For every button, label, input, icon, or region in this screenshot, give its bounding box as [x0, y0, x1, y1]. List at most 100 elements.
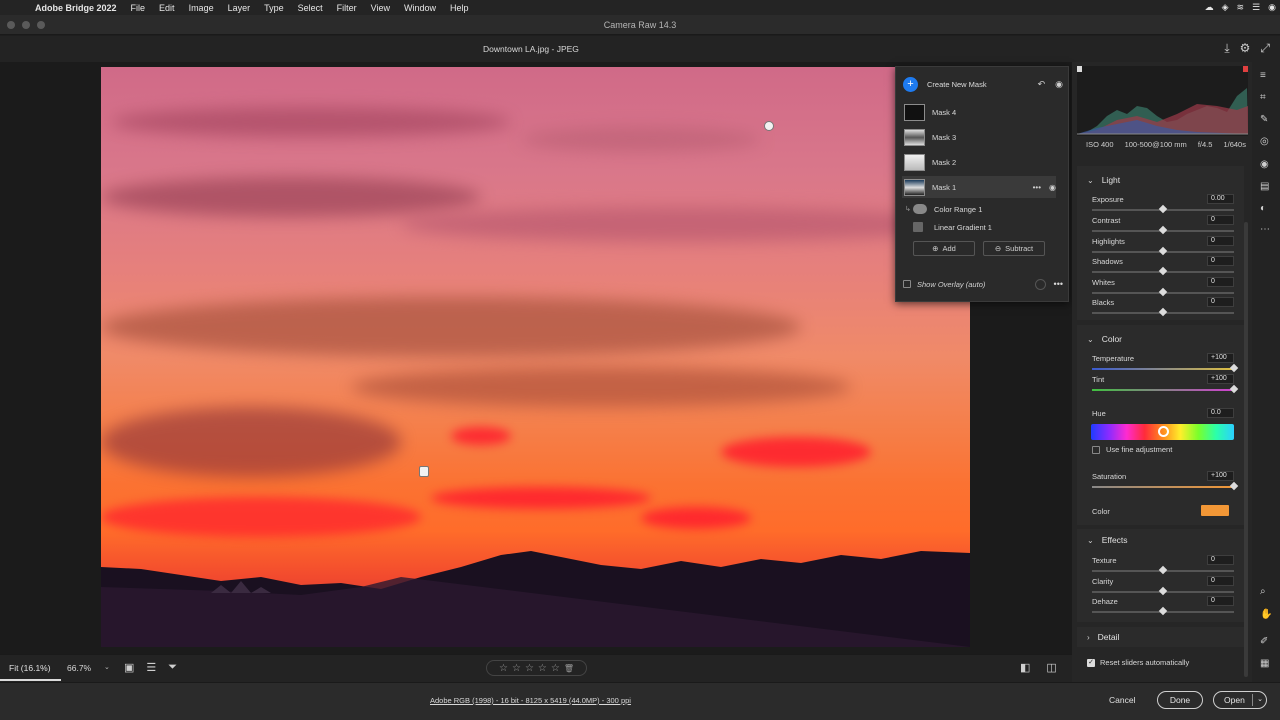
fine-adjustment-checkbox[interactable]: [1092, 445, 1100, 454]
highlights-slider[interactable]: Highlights 0: [1092, 236, 1234, 257]
component-row[interactable]: Linear Gradient 1: [905, 219, 1055, 235]
save-image-icon[interactable]: ⤓: [1224, 41, 1229, 56]
edit-sliders-icon[interactable]: ≡: [1260, 70, 1266, 81]
subtract-mask-button[interactable]: ⊖ Subtract: [983, 241, 1045, 256]
star-icon[interactable]: ☆: [525, 663, 534, 674]
show-overlay-checkbox[interactable]: [903, 280, 911, 288]
before-after-icon[interactable]: ◫: [1046, 661, 1056, 674]
undo-icon[interactable]: ↶: [1038, 79, 1046, 90]
eye-icon[interactable]: ◉: [1049, 183, 1056, 192]
shadows-slider[interactable]: Shadows 0: [1092, 256, 1234, 277]
mask-row-4[interactable]: Mask 4: [904, 101, 1054, 123]
contrast-slider[interactable]: Contrast 0: [1092, 215, 1234, 236]
fit-zoom-button[interactable]: Fit (16.1%): [0, 655, 61, 681]
menu-filter[interactable]: Filter: [337, 3, 357, 13]
workflow-options-link[interactable]: Adobe RGB (1998) - 16 bit - 8125 x 5419 …: [430, 696, 631, 705]
add-mask-button[interactable]: ⊕ Add: [913, 241, 975, 256]
filter-icon[interactable]: ⏷: [168, 661, 177, 674]
menu-select[interactable]: Select: [298, 3, 323, 13]
whites-slider[interactable]: Whites 0: [1092, 277, 1234, 298]
dehaze-value[interactable]: 0: [1207, 596, 1234, 606]
open-button[interactable]: Open ⌄: [1213, 691, 1267, 709]
create-new-mask-label[interactable]: Create New Mask: [927, 80, 1028, 89]
reset-sliders-option[interactable]: ✓ Reset sliders automatically: [1087, 658, 1189, 667]
more-options-icon[interactable]: •••: [1054, 279, 1063, 289]
wifi-icon[interactable]: ≋: [1237, 2, 1245, 13]
tint-slider[interactable]: Tint +100: [1092, 374, 1239, 395]
light-header[interactable]: ⌄ Light: [1087, 175, 1120, 185]
highlights-value[interactable]: 0: [1207, 236, 1234, 246]
menu-file[interactable]: File: [131, 3, 146, 13]
texture-slider[interactable]: Texture 0: [1092, 555, 1234, 576]
star-icon[interactable]: ☆: [551, 663, 560, 674]
exposure-slider[interactable]: Exposure 0.00: [1092, 194, 1234, 215]
color-sampler-icon[interactable]: ✐: [1260, 636, 1268, 647]
star-rating[interactable]: ☆ ☆ ☆ ☆ ☆ 🗑: [486, 660, 587, 676]
mask-row-2[interactable]: Mask 2: [904, 151, 1054, 173]
star-icon[interactable]: ☆: [512, 663, 521, 674]
menu-help[interactable]: Help: [450, 3, 469, 13]
exposure-value[interactable]: 0.00: [1207, 194, 1234, 204]
done-button[interactable]: Done: [1157, 691, 1203, 709]
menu-edit[interactable]: Edit: [159, 3, 175, 13]
tint-value[interactable]: +100: [1207, 374, 1234, 384]
texture-value[interactable]: 0: [1207, 555, 1234, 565]
panel-scrollbar[interactable]: [1244, 222, 1248, 677]
saturation-value[interactable]: +100: [1207, 471, 1234, 481]
star-icon[interactable]: ☆: [538, 663, 547, 674]
red-eye-icon[interactable]: ◉: [1260, 159, 1269, 170]
temperature-value[interactable]: +100: [1207, 353, 1234, 363]
sort-icon[interactable]: ☰: [146, 661, 156, 674]
gear-icon[interactable]: ⚙: [1240, 41, 1251, 56]
menu-view[interactable]: View: [371, 3, 390, 13]
healing-icon[interactable]: ✎: [1260, 114, 1268, 125]
blacks-slider[interactable]: Blacks 0: [1092, 297, 1234, 318]
hue-knob[interactable]: [1157, 426, 1169, 437]
sunset-photo[interactable]: [101, 67, 970, 647]
app-name-menu[interactable]: Adobe Bridge 2022: [35, 3, 117, 13]
grid-icon[interactable]: ▦: [1260, 658, 1269, 669]
color-range-pin[interactable]: [419, 466, 429, 477]
detail-header[interactable]: › Detail: [1087, 632, 1119, 642]
clarity-slider[interactable]: Clarity 0: [1092, 576, 1234, 597]
more-options-icon[interactable]: •••: [1033, 183, 1041, 192]
shadows-value[interactable]: 0: [1207, 256, 1234, 266]
snapshots-icon[interactable]: ▤: [1260, 181, 1269, 192]
fine-adjustment-option[interactable]: Use fine adjustment: [1092, 445, 1172, 454]
histogram[interactable]: [1077, 66, 1248, 136]
mask-row-1[interactable]: Mask 1 ••• ◉: [902, 176, 1056, 198]
saturation-slider[interactable]: Saturation +100: [1092, 471, 1239, 492]
hand-icon[interactable]: ✋: [1260, 609, 1272, 620]
clarity-value[interactable]: 0: [1207, 576, 1234, 586]
trash-icon[interactable]: 🗑: [564, 664, 574, 673]
mask-row-3[interactable]: Mask 3: [904, 126, 1054, 148]
create-new-mask-button[interactable]: +: [903, 76, 918, 92]
contrast-value[interactable]: 0: [1207, 215, 1234, 225]
user-icon[interactable]: ◉: [1268, 2, 1276, 13]
chevron-down-icon[interactable]: ⌄: [1257, 692, 1263, 708]
eye-icon[interactable]: ◉: [1055, 79, 1063, 90]
overlay-color-swatch[interactable]: [1034, 278, 1046, 290]
chevron-down-icon[interactable]: ⌄: [104, 663, 110, 671]
component-row[interactable]: ↳ Color Range 1: [905, 201, 1055, 217]
presets-icon[interactable]: ◐: [1260, 203, 1266, 214]
menu-layer[interactable]: Layer: [228, 3, 251, 13]
menu-type[interactable]: Type: [264, 3, 284, 13]
menu-image[interactable]: Image: [189, 3, 214, 13]
effects-header[interactable]: ⌄ Effects: [1087, 535, 1128, 545]
color-swatch[interactable]: [1201, 505, 1229, 516]
zoom-level[interactable]: 66.7%: [67, 663, 91, 673]
hue-value[interactable]: 0.0: [1207, 408, 1234, 418]
dehaze-slider[interactable]: Dehaze 0: [1092, 596, 1234, 617]
dropbox-icon[interactable]: ◈: [1222, 2, 1229, 13]
single-view-icon[interactable]: ◧: [1020, 661, 1030, 674]
filmstrip-icon[interactable]: ▣: [124, 661, 134, 674]
more-tools-icon[interactable]: ⋯: [1260, 224, 1270, 235]
creative-cloud-icon[interactable]: ☁: [1205, 2, 1214, 13]
fullscreen-icon[interactable]: ⤢: [1260, 41, 1270, 56]
masking-icon[interactable]: ◎: [1260, 136, 1269, 147]
control-center-icon[interactable]: ☰: [1252, 2, 1260, 13]
blacks-value[interactable]: 0: [1207, 297, 1234, 307]
menu-window[interactable]: Window: [404, 3, 436, 13]
zoom-icon[interactable]: ⌕: [1260, 586, 1266, 597]
